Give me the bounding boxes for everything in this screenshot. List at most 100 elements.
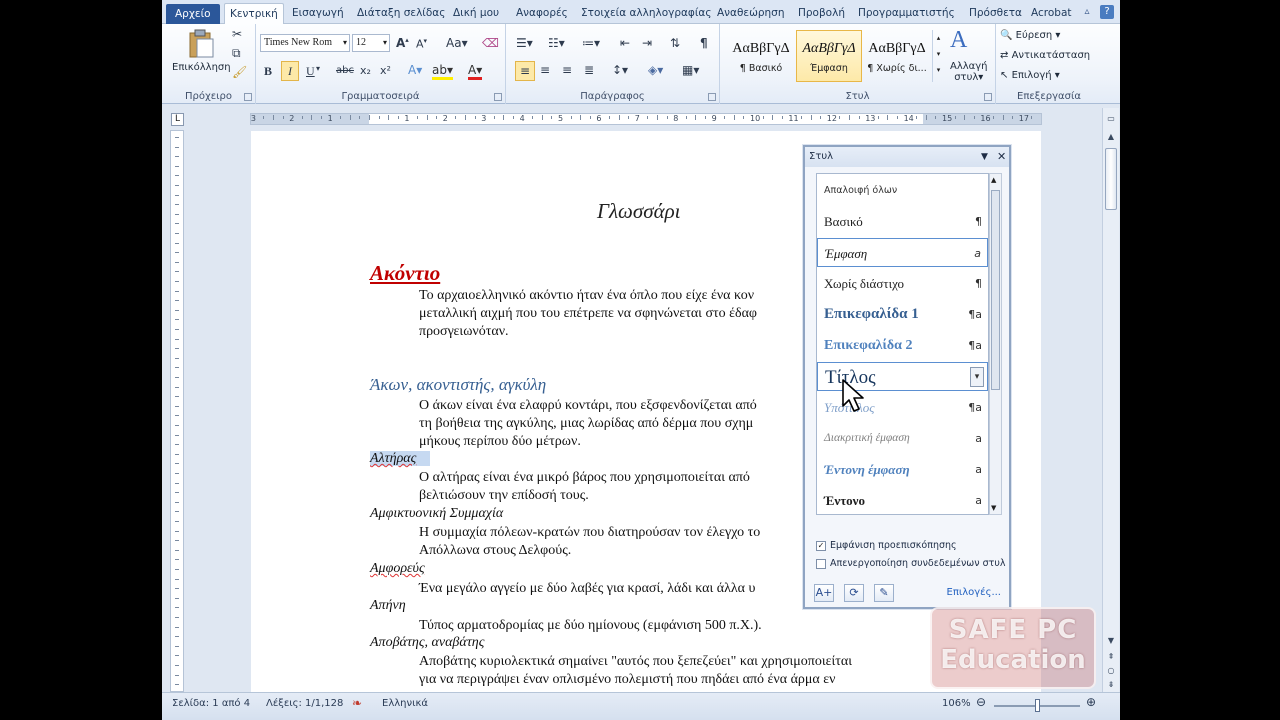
manage-styles-icon[interactable]: ✎: [874, 584, 894, 602]
browse-object-icon[interactable]: ○: [1105, 666, 1117, 678]
decrease-indent-icon[interactable]: ⇤: [620, 36, 630, 50]
font-name-combo[interactable]: Times New Rom ▾: [260, 34, 350, 52]
bold-icon[interactable]: B: [264, 64, 272, 79]
zoom-in-icon[interactable]: ⊕: [1086, 695, 1096, 709]
text-effects-icon[interactable]: A▾: [408, 63, 422, 77]
show-preview-checkbox[interactable]: ✓: [816, 541, 826, 551]
shrink-font-icon[interactable]: A▾: [416, 37, 427, 51]
styles-gallery-scroll[interactable]: ▴ ▾ ▾: [932, 30, 944, 82]
style-item-no-spacing[interactable]: Χωρίς διάστιχο ¶: [817, 269, 988, 298]
styles-list-scroll-thumb[interactable]: [991, 190, 1000, 390]
page-count[interactable]: Σελίδα: 1 από 4: [172, 698, 250, 709]
zoom-level[interactable]: 106%: [942, 698, 971, 709]
align-center-icon[interactable]: ≡: [540, 63, 550, 77]
style-item-heading-1[interactable]: Επικεφαλίδα 1 ¶a: [817, 300, 988, 329]
ruler-toggle-icon[interactable]: ▭: [1105, 114, 1117, 126]
justify-icon[interactable]: ≣: [584, 63, 594, 77]
clear-formatting-icon[interactable]: ⌫: [482, 36, 499, 50]
tab-selector-icon[interactable]: L: [171, 113, 184, 126]
paragraph-launcher-icon[interactable]: [708, 93, 716, 101]
vertical-scrollbar[interactable]: ▭ ▲ ▼ ⇞ ○ ⇟: [1102, 108, 1119, 692]
replace-button[interactable]: ⇄ Αντικατάσταση: [1000, 50, 1090, 61]
disable-linked-checkbox[interactable]: [816, 559, 826, 569]
language-indicator[interactable]: Ελληνικά: [382, 698, 428, 709]
show-formatting-icon[interactable]: ¶: [700, 36, 708, 50]
select-button[interactable]: ↖ Επιλογή ▾: [1000, 70, 1060, 81]
tab-custom[interactable]: Δική μου: [448, 5, 504, 24]
tab-view[interactable]: Προβολή: [793, 5, 850, 24]
next-page-icon[interactable]: ⇟: [1105, 680, 1117, 692]
change-styles-icon[interactable]: A: [950, 27, 967, 54]
tab-mailings[interactable]: Στοιχεία αλληλογραφίας: [576, 5, 717, 24]
copy-icon[interactable]: ⧉: [232, 46, 241, 61]
font-size-combo[interactable]: 12 ▾: [352, 34, 390, 52]
scroll-down-icon[interactable]: ▼: [991, 504, 996, 512]
increase-indent-icon[interactable]: ⇥: [642, 36, 652, 50]
find-button[interactable]: 🔍 Εύρεση ▾: [1000, 30, 1060, 41]
tab-page-layout[interactable]: Διάταξη σελίδας: [352, 5, 450, 24]
cut-icon[interactable]: ✂: [232, 27, 242, 41]
new-style-icon[interactable]: A+: [814, 584, 834, 602]
align-left-icon[interactable]: ≡: [515, 61, 535, 81]
quick-style-emphasis[interactable]: ΑαΒβΓγΔ Έμφαση: [796, 30, 862, 82]
style-item-emphasis[interactable]: Έμφαση a: [817, 238, 988, 267]
bullets-icon[interactable]: ☰▾: [516, 36, 533, 50]
change-styles-button[interactable]: Αλλαγή στυλ▾: [950, 61, 988, 83]
grow-font-icon[interactable]: A▴: [396, 36, 409, 50]
line-spacing-icon[interactable]: ↕▾: [612, 63, 628, 77]
vertical-ruler[interactable]: [170, 130, 184, 692]
tab-acrobat[interactable]: Acrobat: [1026, 5, 1077, 24]
chevron-down-icon[interactable]: ▾: [316, 64, 320, 73]
scroll-down-icon[interactable]: ▼: [1105, 636, 1117, 648]
strikethrough-icon[interactable]: abc: [336, 65, 354, 76]
proofing-icon[interactable]: ❧: [352, 696, 362, 710]
align-right-icon[interactable]: ≡: [562, 63, 572, 77]
clipboard-launcher-icon[interactable]: [244, 93, 252, 101]
pane-options-icon[interactable]: ▼: [981, 147, 988, 167]
italic-icon[interactable]: I: [281, 61, 299, 81]
horizontal-ruler[interactable]: 3 2 1 1 2 3 4 5 6 7 8 9 10 11 12 13 14 15 16 17: [250, 113, 1042, 125]
highlight-icon[interactable]: ab▾: [432, 63, 453, 80]
scroll-up-icon[interactable]: ▲: [991, 176, 996, 184]
clear-all-item[interactable]: Απαλοιφή όλων: [817, 176, 988, 205]
format-painter-icon[interactable]: 🖌: [232, 65, 247, 79]
tab-references[interactable]: Αναφορές: [511, 5, 573, 24]
minimize-ribbon-icon[interactable]: ▵: [1080, 5, 1094, 19]
styles-pane-header[interactable]: Στυλ ▼ ✕: [805, 147, 1009, 167]
previous-page-icon[interactable]: ⇞: [1105, 652, 1117, 664]
font-color-icon[interactable]: A▾: [468, 63, 483, 80]
superscript-icon[interactable]: x²: [380, 64, 391, 77]
change-case-icon[interactable]: Aa▾: [446, 36, 468, 50]
styles-list-scrollbar[interactable]: ▲ ▼: [989, 173, 1002, 515]
tab-home[interactable]: Κεντρική: [224, 3, 284, 25]
underline-icon[interactable]: U: [306, 64, 315, 79]
subscript-icon[interactable]: x₂: [360, 64, 371, 77]
zoom-out-icon[interactable]: ⊖: [976, 695, 986, 709]
style-item-subtle-emphasis[interactable]: Διακριτική έμφαση a: [817, 424, 988, 453]
quick-style-no-spacing[interactable]: ΑαΒβΓγΔ ¶ Χωρίς δι...: [864, 30, 930, 82]
font-launcher-icon[interactable]: [494, 93, 502, 101]
tab-insert[interactable]: Εισαγωγή: [287, 5, 349, 24]
scroll-up-icon[interactable]: ▲: [1105, 132, 1117, 144]
style-item-strong[interactable]: Έντονο a: [817, 486, 988, 514]
multilevel-list-icon[interactable]: ≔▾: [582, 36, 600, 50]
styles-launcher-icon[interactable]: [984, 93, 992, 101]
quick-style-normal[interactable]: ΑαΒβΓγΔ ¶ Βασικό: [728, 30, 794, 82]
options-link[interactable]: Επιλογές...: [947, 587, 1002, 598]
numbering-icon[interactable]: ☷▾: [548, 36, 565, 50]
style-item-intense-emphasis[interactable]: Έντονη έμφαση a: [817, 455, 988, 484]
tab-developer[interactable]: Προγραμματιστής: [853, 5, 960, 24]
scroll-thumb[interactable]: [1105, 148, 1117, 210]
tab-addins[interactable]: Πρόσθετα: [964, 5, 1027, 24]
tab-review[interactable]: Αναθεώρηση: [712, 5, 790, 24]
word-count[interactable]: Λέξεις: 1/1,128: [266, 698, 343, 709]
style-item-normal[interactable]: Βασικό ¶: [817, 207, 988, 236]
shading-icon[interactable]: ◈▾: [648, 63, 663, 77]
sort-icon[interactable]: ⇅: [670, 36, 680, 50]
close-icon[interactable]: ✕: [997, 147, 1006, 167]
paste-icon[interactable]: [187, 29, 215, 59]
style-item-heading-2[interactable]: Επικεφαλίδα 2 ¶a: [817, 331, 988, 360]
paste-button[interactable]: Επικόλληση: [172, 62, 231, 73]
zoom-slider-knob[interactable]: [1034, 699, 1040, 712]
help-icon[interactable]: ?: [1100, 5, 1114, 19]
